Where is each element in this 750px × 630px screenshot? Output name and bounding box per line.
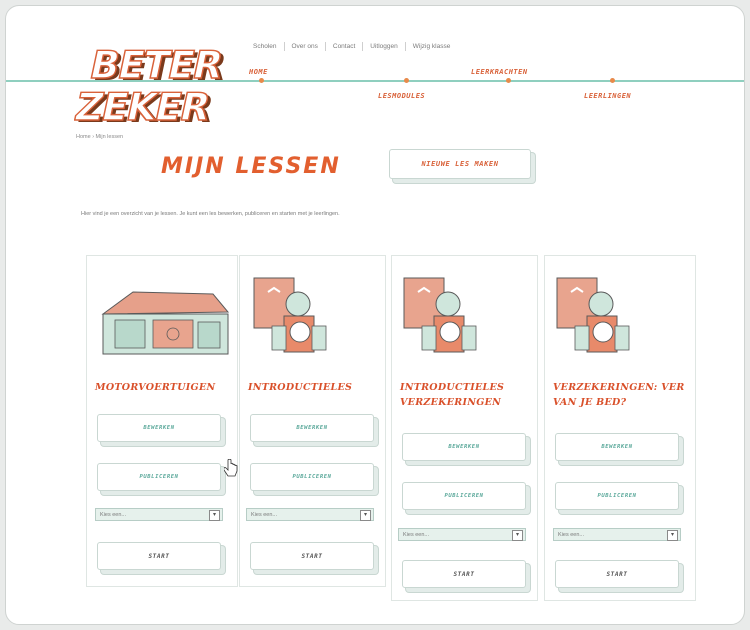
nav-link-uitloggen[interactable]: Uitloggen (363, 42, 406, 51)
select-value: Kies een... (403, 531, 429, 538)
nav-link-over-ons[interactable]: Over ons (285, 42, 326, 51)
beter-zeker-logo[interactable]: BETER BETER ZEKER ZEKER (74, 40, 229, 132)
start-button[interactable]: START (402, 560, 526, 588)
select-value: Kies een... (100, 511, 126, 518)
main-nav-leerkrachten[interactable]: LEERKRACHTEN (471, 68, 528, 76)
main-nav-lesmodules[interactable]: LESMODULES (378, 92, 425, 100)
lesson-title: VERZEKERINGEN: VER VAN JE BED? (553, 382, 685, 408)
nav-dot (610, 78, 615, 83)
start-button[interactable]: START (97, 542, 221, 570)
publish-button[interactable]: PUBLICEREN (402, 482, 526, 510)
lesson-card: INTRODUCTIELES VERZEKERINGEN BEWERKEN PU… (391, 255, 538, 601)
garage-illustration-icon (101, 291, 230, 355)
main-nav-home[interactable]: HOME (249, 68, 268, 76)
lesson-title: MOTORVOERTUIGEN (95, 382, 216, 393)
fortune-teller-illustration-icon (556, 277, 630, 353)
breadcrumb[interactable]: Home › Mijn lessen (76, 134, 123, 140)
edit-button[interactable]: BEWERKEN (555, 433, 679, 461)
class-select[interactable]: Kies een... ▾ (95, 508, 223, 521)
fortune-teller-illustration-icon (253, 277, 327, 353)
lesson-card: VERZEKERINGEN: VER VAN JE BED? BEWERKEN … (544, 255, 696, 601)
lesson-card: INTRODUCTIELES BEWERKEN PUBLICEREN Kies … (239, 255, 386, 587)
chevron-down-icon[interactable]: ▾ (360, 510, 371, 521)
lesson-card: MOTORVOERTUIGEN BEWERKEN PUBLICEREN Kies… (86, 255, 238, 587)
edit-button[interactable]: BEWERKEN (97, 414, 221, 442)
class-select[interactable]: Kies een... ▾ (398, 528, 526, 541)
svg-text:ZEKER: ZEKER (74, 85, 214, 130)
nav-dot (259, 78, 264, 83)
new-lesson-button[interactable]: NIEUWE LES MAKEN (389, 149, 531, 179)
start-button[interactable]: START (555, 560, 679, 588)
lesson-title: INTRODUCTIELES (248, 382, 353, 393)
nav-link-scholen[interactable]: Scholen (246, 42, 285, 51)
nav-dot (506, 78, 511, 83)
page: BETER BETER ZEKER ZEKER Scholen Over ons… (6, 6, 744, 624)
publish-button[interactable]: PUBLICEREN (97, 463, 221, 491)
main-nav-line (6, 80, 744, 82)
class-select[interactable]: Kies een... ▾ (553, 528, 681, 541)
chevron-down-icon[interactable]: ▾ (209, 510, 220, 521)
chevron-down-icon[interactable]: ▾ (512, 530, 523, 541)
page-title: MIJN LESSEN (161, 154, 341, 179)
edit-button[interactable]: BEWERKEN (250, 414, 374, 442)
chevron-down-icon[interactable]: ▾ (667, 530, 678, 541)
publish-button[interactable]: PUBLICEREN (555, 482, 679, 510)
browser-frame: BETER BETER ZEKER ZEKER Scholen Over ons… (5, 5, 745, 625)
intro-text: Hier vind je een overzicht van je lessen… (81, 211, 340, 217)
utility-nav: Scholen Over ons Contact Uitloggen Wijzi… (246, 42, 457, 51)
class-select[interactable]: Kies een... ▾ (246, 508, 374, 521)
nav-link-wijzig-klasse[interactable]: Wijzig klasse (406, 42, 458, 51)
fortune-teller-illustration-icon (403, 277, 477, 353)
nav-dot (404, 78, 409, 83)
nav-link-contact[interactable]: Contact (326, 42, 364, 51)
edit-button[interactable]: BEWERKEN (402, 433, 526, 461)
select-value: Kies een... (251, 511, 277, 518)
publish-button[interactable]: PUBLICEREN (250, 463, 374, 491)
lesson-title: INTRODUCTIELES VERZEKERINGEN (400, 382, 505, 408)
hand-cursor-icon (224, 459, 238, 477)
main-nav-leerlingen[interactable]: LEERLINGEN (584, 92, 631, 100)
select-value: Kies een... (558, 531, 584, 538)
start-button[interactable]: START (250, 542, 374, 570)
